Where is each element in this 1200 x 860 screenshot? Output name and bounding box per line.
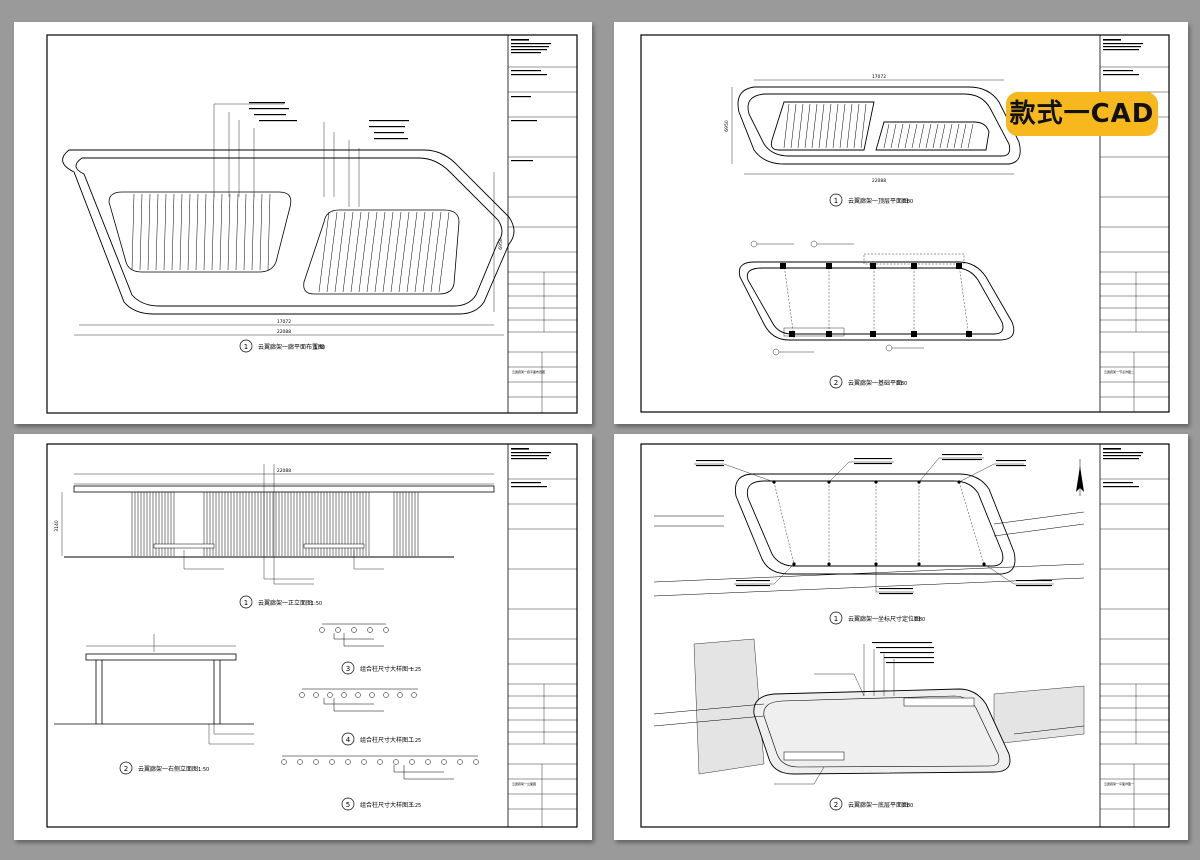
view-title: 云翼廊架一顶层平面图 (848, 197, 908, 205)
sheet-3-column-detail-1 (319, 623, 389, 647)
sheet-2-foundation-plan (738, 261, 1015, 341)
sheet-3-view-label-2: 2 云翼廊架一右侧立面图 1:50 (119, 761, 209, 775)
sheet-2-roof-plan (737, 86, 1021, 165)
sheet-4-view-label-1: 1 云翼廊架一坐标尺寸定位图 1:80 (829, 611, 925, 625)
sheet-2-drawing: 17072 22088 6950 1 云翼廊架一顶层平面图 1:80 2 云翼廊… (640, 34, 1170, 413)
sheet-1-view-label-1: 1 云翼廊架一廊平面布置图 1:50 (239, 339, 325, 353)
north-arrow-icon (1076, 459, 1084, 496)
drawing-sheet-3[interactable]: 22088 3140 1 云翼廊架一正立面图 1:50 2 云翼廊架一右侧立面图… (14, 434, 592, 840)
view-number: 4 (346, 736, 351, 744)
sheet-1-dim-overall: 22088 (277, 329, 291, 335)
view-scale: 1:50 (314, 345, 325, 351)
sheet-3-titleblock-name: 云翼廊架一立面图 (512, 781, 536, 786)
view-number: 2 (124, 765, 128, 773)
sheet-3-view-label-3: 3 组合柱尺寸大样图一 1:25 (341, 661, 421, 675)
sheet-2-view-label-1: 1 云翼廊架一顶层平面图 1:80 (829, 193, 913, 207)
sheet-4-drawing: 1 云翼廊架一坐标尺寸定位图 1:80 2 云翼廊架一底层平面图 1:80 云翼… (640, 443, 1170, 828)
view-number: 2 (834, 379, 838, 387)
view-number: 2 (834, 801, 838, 809)
sheet-4-coordinate-plan (734, 473, 1016, 575)
view-scale: 1:80 (902, 803, 913, 809)
view-scale: 1:80 (902, 199, 913, 205)
sheet-3-column-detail-2 (299, 688, 418, 712)
view-title: 云翼廊架一右侧立面图 (138, 765, 198, 773)
sheet-1-drawing: 17072 22088 6950 1 云翼廊架一廊平面布置图 1:50 云翼廊架… (46, 34, 578, 414)
sheet-3-dim-overall: 22088 (277, 468, 291, 474)
sheet-3-view-label-4: 4 组合柱尺寸大样图二 1:25 (341, 732, 421, 746)
sheet-2-dim-overall: 22088 (872, 178, 886, 184)
sheet-1-dim-inner: 17072 (277, 319, 291, 325)
view-number: 3 (346, 665, 350, 673)
drawing-sheet-1[interactable]: 17072 22088 6950 1 云翼廊架一廊平面布置图 1:50 云翼廊架… (14, 22, 592, 424)
view-title: 云翼廊架一基础平面 (848, 379, 902, 387)
sheet-2-titleblock-name: 云翼廊架一节点详图二 (1104, 369, 1134, 374)
sheet-3-side-elevation (54, 653, 254, 725)
view-scale: 1:25 (410, 667, 421, 673)
view-title: 云翼廊架一底层平面图 (848, 801, 908, 809)
view-number: 5 (346, 801, 350, 809)
view-title: 组合柱尺寸大样图三 (360, 801, 414, 809)
sheet-3-view-label-5: 5 组合柱尺寸大样图三 1:25 (341, 797, 421, 811)
view-scale: 1:50 (311, 601, 322, 607)
sheet-3-column-detail-3 (281, 755, 479, 780)
sheet-1-titleblock-name: 云翼廊架一廊平面布置图 (512, 369, 545, 374)
sheet-3-view-label-1: 1 云翼廊架一正立面图 1:50 (239, 595, 322, 609)
drawing-sheet-2[interactable]: 17072 22088 6950 1 云翼廊架一顶层平面图 1:80 2 云翼廊… (614, 22, 1188, 424)
view-title: 云翼廊架一正立面图 (258, 599, 312, 607)
sheet-3-title-block (508, 478, 577, 827)
style-badge: 款式一CAD (1006, 92, 1158, 136)
sheet-1-dim-height: 6950 (498, 238, 504, 250)
view-scale: 1:25 (410, 803, 421, 809)
view-title: 云翼廊架一坐标尺寸定位图 (848, 615, 920, 623)
sheet-4-titleblock-name: 云翼廊架一平面详图一 (1104, 781, 1134, 786)
view-number: 1 (834, 197, 838, 205)
sheet-1-slats (131, 193, 450, 293)
view-title: 组合柱尺寸大样图一 (360, 665, 414, 673)
sheet-2-dim-height: 6950 (724, 120, 730, 132)
view-title: 组合柱尺寸大样图二 (360, 736, 414, 744)
view-number: 1 (244, 343, 248, 351)
view-scale: 1:25 (410, 738, 421, 744)
sheet-3-drawing: 22088 3140 1 云翼廊架一正立面图 1:50 2 云翼廊架一右侧立面图… (46, 443, 578, 828)
sheet-2-dim-inner: 17072 (872, 74, 886, 80)
view-scale: 1:80 (896, 381, 907, 387)
sheet-3-dim-height: 3140 (54, 520, 60, 532)
view-scale: 1:50 (198, 767, 209, 773)
sheet-4-title-block (1100, 478, 1169, 827)
sheet-2-view-label-2: 2 云翼廊架一基础平面 1:80 (829, 375, 907, 389)
view-number: 1 (834, 615, 838, 623)
view-scale: 1:80 (914, 617, 925, 623)
sheet-4-view-label-2: 2 云翼廊架一底层平面图 1:80 (829, 797, 913, 811)
sheet-4-ground-plan (653, 638, 1085, 775)
drawing-sheet-4[interactable]: 1 云翼廊架一坐标尺寸定位图 1:80 2 云翼廊架一底层平面图 1:80 云翼… (614, 434, 1188, 840)
view-number: 1 (244, 599, 248, 607)
sheet-1-title-block (508, 66, 577, 413)
